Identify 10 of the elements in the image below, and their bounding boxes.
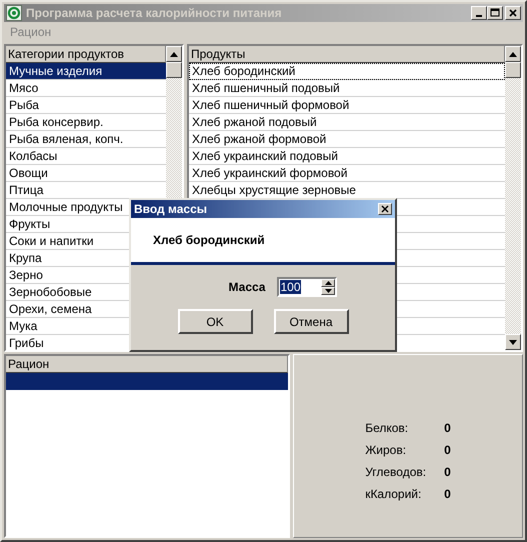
mass-label: Масса (228, 280, 266, 294)
total-label: кКалорий: (365, 487, 422, 501)
window-title: Программа расчета калорийности питания (26, 6, 282, 20)
total-value: 0 (444, 443, 451, 457)
total-label: Углеводов: (365, 465, 426, 479)
total-value: 0 (444, 465, 451, 479)
total-value: 0 (444, 487, 451, 501)
total-value: 0 (444, 421, 451, 435)
total-label: Белков: (365, 421, 410, 435)
total-label: Жиров: (365, 443, 408, 457)
